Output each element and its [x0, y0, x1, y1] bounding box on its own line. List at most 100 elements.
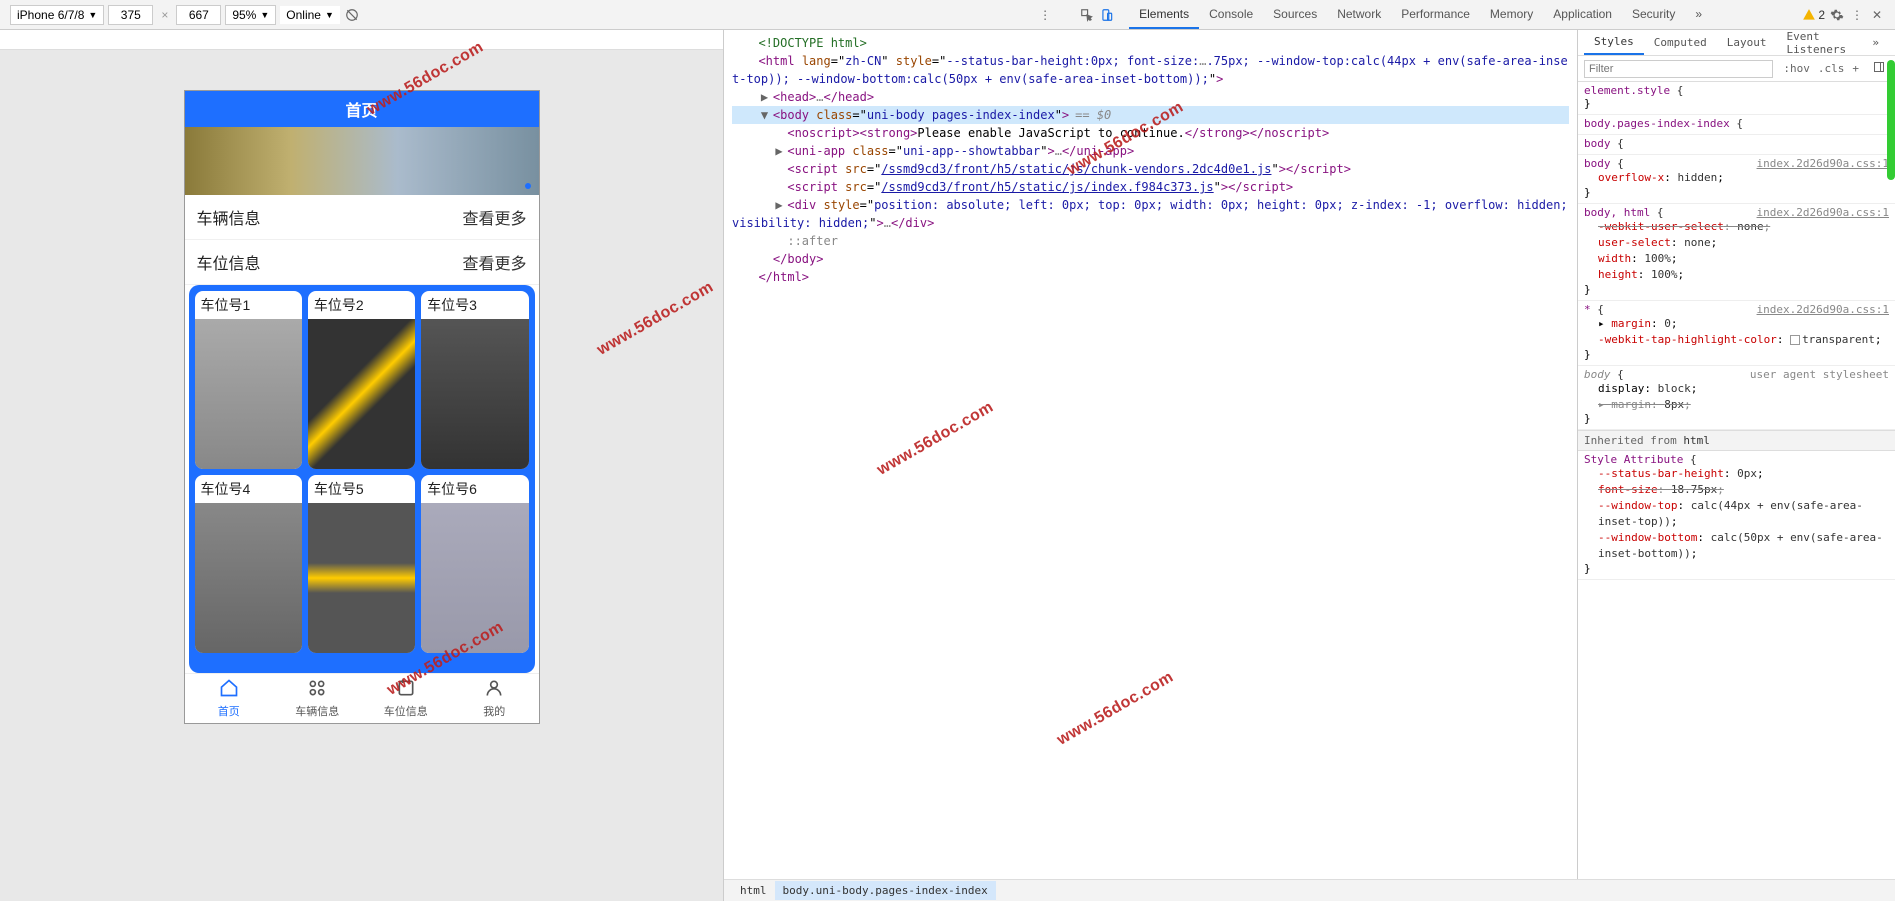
section-row[interactable]: 车辆信息查看更多: [185, 195, 539, 240]
device-height-input[interactable]: [176, 5, 221, 25]
ruler: [0, 30, 723, 50]
elements-line[interactable]: <!DOCTYPE html>: [732, 34, 1569, 52]
parking-card[interactable]: 车位号1: [195, 291, 302, 469]
dimension-separator: ×: [161, 8, 168, 22]
elements-line[interactable]: <script src="/ssmd9cd3/front/h5/static/j…: [732, 160, 1569, 178]
tab-label: 车位信息: [384, 703, 428, 719]
styles-panel: StylesComputedLayoutEvent Listeners» :ho…: [1577, 30, 1895, 879]
device-width-input[interactable]: [108, 5, 153, 25]
card-image: [195, 503, 302, 653]
settings-gear-icon[interactable]: [1829, 7, 1845, 23]
tab-item[interactable]: 我的: [450, 674, 539, 723]
devtools-tab-elements[interactable]: Elements: [1129, 1, 1199, 29]
card-title: 车位号5: [308, 475, 415, 503]
parking-card[interactable]: 车位号4: [195, 475, 302, 653]
device-toolbar: iPhone 6/7/8 ▼ × 95% ▼ Online ▼ ⋮ Elemen…: [0, 0, 1895, 30]
tab-label: 我的: [483, 703, 505, 719]
elements-line[interactable]: ▼<body class="uni-body pages-index-index…: [732, 106, 1569, 124]
devtools-tab-memory[interactable]: Memory: [1480, 1, 1543, 29]
elements-breadcrumb[interactable]: htmlbody.uni-body.pages-index-index: [724, 879, 1895, 901]
styles-filter-input[interactable]: [1584, 60, 1773, 78]
styles-tool[interactable]: :hov: [1779, 60, 1814, 77]
elements-line[interactable]: ▶<div style="position: absolute; left: 0…: [732, 196, 1569, 232]
card-image: [308, 503, 415, 653]
css-rule[interactable]: body {user agent stylesheetdisplay: bloc…: [1578, 366, 1895, 431]
tab-label: 首页: [218, 703, 240, 719]
elements-line[interactable]: <html lang="zh-CN" style="--status-bar-h…: [732, 52, 1569, 88]
device-panel: 首页 车辆信息查看更多车位信息查看更多 车位号1车位号2车位号3车位号4车位号5…: [0, 30, 724, 901]
card-title: 车位号4: [195, 475, 302, 503]
styles-tab-styles[interactable]: Styles: [1584, 30, 1644, 55]
app-banner[interactable]: [185, 127, 539, 195]
styles-body[interactable]: element.style {}body.pages-index-index {…: [1578, 82, 1895, 879]
devtools-tab-network[interactable]: Network: [1327, 1, 1391, 29]
toggle-sidebar-icon[interactable]: [1869, 59, 1889, 78]
section-more[interactable]: 查看更多: [462, 205, 526, 229]
section-more[interactable]: 查看更多: [462, 250, 526, 274]
tab-label: 车辆信息: [295, 703, 339, 719]
devtools-tab-overflow-icon[interactable]: »: [1685, 1, 1712, 29]
elements-line[interactable]: <noscript><strong>Please enable JavaScri…: [732, 124, 1569, 142]
section-row[interactable]: 车位信息 查看更多: [185, 240, 539, 285]
css-rule[interactable]: body.pages-index-index {</span></div><di…: [1578, 115, 1895, 135]
throttle-selector[interactable]: Online ▼: [280, 6, 340, 24]
elements-line[interactable]: ▶<uni-app class="uni-app--showtabbar">…<…: [732, 142, 1569, 160]
tab-item[interactable]: 车位信息: [362, 674, 451, 723]
css-rule[interactable]: body {</span></div><div class="props"><d…: [1578, 135, 1895, 155]
inspect-icon[interactable]: [1079, 7, 1095, 23]
elements-line[interactable]: <script src="/ssmd9cd3/front/h5/static/j…: [732, 178, 1569, 196]
styles-tool[interactable]: +: [1848, 60, 1863, 77]
card-title: 车位号6: [421, 475, 528, 503]
card-title: 车位号1: [195, 291, 302, 319]
elements-line[interactable]: ▶<head>…</head>: [732, 88, 1569, 106]
devtools-tab-console[interactable]: Console: [1199, 1, 1263, 29]
devtools-tab-performance[interactable]: Performance: [1391, 1, 1480, 29]
more-icon[interactable]: ⋮: [1037, 7, 1053, 23]
elements-tree[interactable]: <!DOCTYPE html> <html lang="zh-CN" style…: [724, 30, 1577, 879]
styles-toolbar: :hov.cls+: [1578, 56, 1895, 82]
styles-tab-layout[interactable]: Layout: [1717, 31, 1777, 54]
rotate-icon[interactable]: [344, 7, 360, 23]
parking-card[interactable]: 车位号2: [308, 291, 415, 469]
styles-tabs: StylesComputedLayoutEvent Listeners»: [1578, 30, 1895, 56]
parking-card[interactable]: 车位号3: [421, 291, 528, 469]
tab-icon: [396, 678, 416, 701]
styles-tool[interactable]: .cls: [1814, 60, 1849, 77]
styles-tab-computed[interactable]: Computed: [1644, 31, 1717, 54]
parking-card[interactable]: 车位号6: [421, 475, 528, 653]
css-rule[interactable]: Style Attribute {--status-bar-height: 0p…: [1578, 451, 1895, 580]
css-rule[interactable]: body {index.2d26d90a.css:1overflow-x: hi…: [1578, 155, 1895, 204]
devtools-panel: <!DOCTYPE html> <html lang="zh-CN" style…: [724, 30, 1895, 901]
card-title: 车位号2: [308, 291, 415, 319]
styles-tab-overflow-icon[interactable]: »: [1862, 31, 1889, 54]
devtools-more-icon[interactable]: ⋮: [1849, 7, 1865, 23]
warning-badge[interactable]: 2: [1802, 8, 1825, 22]
parking-card[interactable]: 车位号5: [308, 475, 415, 653]
card-image: [421, 503, 528, 653]
card-image: [195, 319, 302, 469]
elements-line[interactable]: </body>: [732, 250, 1569, 268]
breadcrumb-item[interactable]: html: [732, 881, 775, 900]
tab-item[interactable]: 车辆信息: [273, 674, 362, 723]
close-devtools-icon[interactable]: ✕: [1869, 7, 1885, 23]
card-image: [421, 319, 528, 469]
zoom-selector[interactable]: 95% ▼: [225, 5, 276, 25]
card-image: [308, 319, 415, 469]
elements-line[interactable]: </html>: [732, 268, 1569, 286]
devtools-tab-application[interactable]: Application: [1543, 1, 1622, 29]
breadcrumb-item[interactable]: body.uni-body.pages-index-index: [775, 881, 996, 900]
inherited-from-bar: Inherited from html: [1578, 430, 1895, 451]
section-title: 车位信息: [197, 250, 261, 274]
device-mode-icon[interactable]: [1099, 7, 1115, 23]
css-rule[interactable]: element.style {}: [1578, 82, 1895, 115]
css-rule[interactable]: body, html {index.2d26d90a.css:1-webkit-…: [1578, 204, 1895, 301]
tab-item[interactable]: 首页: [185, 674, 274, 723]
devtools-tab-sources[interactable]: Sources: [1263, 1, 1327, 29]
app-header: 首页: [185, 91, 539, 127]
tab-icon: [219, 678, 239, 701]
devtools-tab-security[interactable]: Security: [1622, 1, 1685, 29]
tab-icon: [484, 678, 504, 701]
css-rule[interactable]: * {index.2d26d90a.css:1▸ margin: 0;-webk…: [1578, 301, 1895, 366]
device-selector[interactable]: iPhone 6/7/8 ▼: [10, 5, 104, 25]
elements-line[interactable]: ::after: [732, 232, 1569, 250]
